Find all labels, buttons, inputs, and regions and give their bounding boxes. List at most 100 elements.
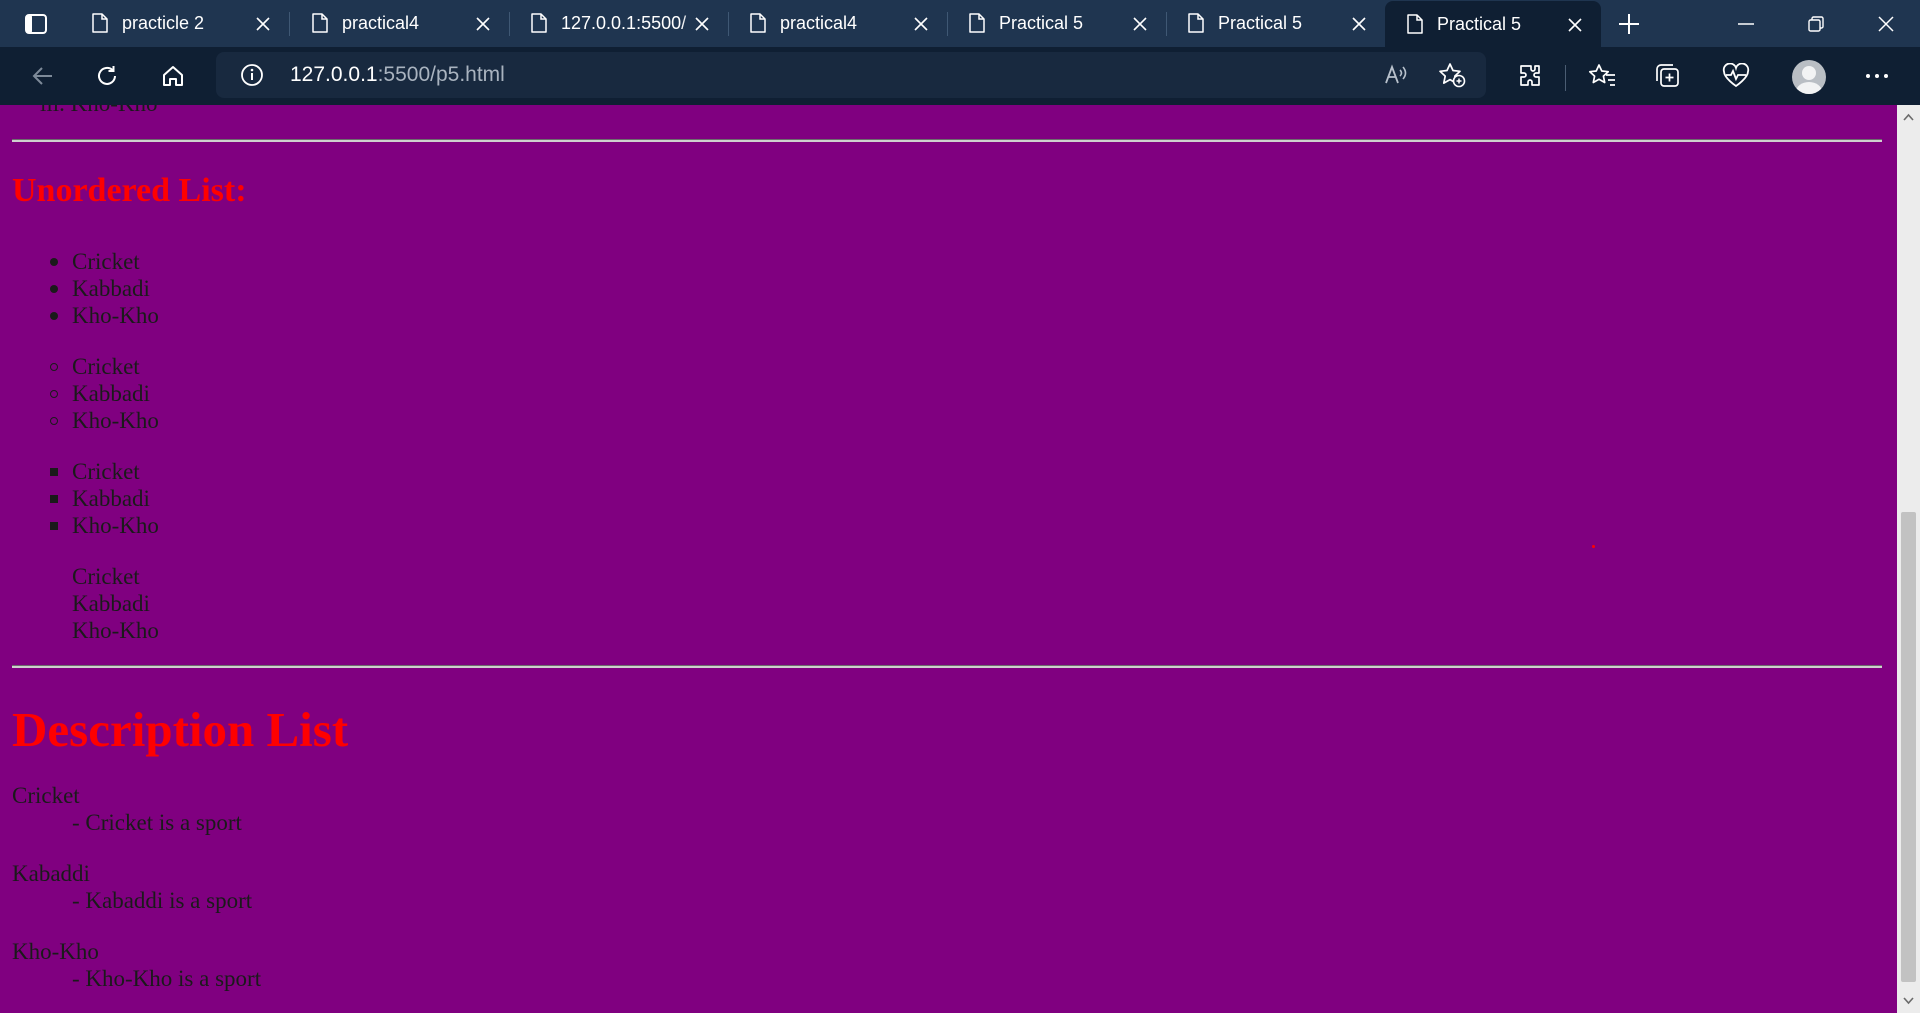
browser-tab[interactable]: practicle 2: [70, 0, 289, 47]
browser-toolbar: 127.0.0.1:5500/p5.html: [0, 47, 1920, 105]
avatar-head: [1802, 66, 1816, 80]
back-arrow-icon[interactable]: [30, 63, 56, 89]
list-marker-disc: [50, 258, 58, 266]
page-icon: [312, 13, 328, 33]
description-definition: - Kabaddi is a sport: [72, 888, 253, 913]
list-item-text: Cricket: [72, 354, 140, 379]
unordered-list-heading: Unordered List:: [12, 172, 247, 209]
tab-title: Practical 5: [1437, 14, 1522, 34]
list-item-text: Kabbadi: [72, 486, 150, 511]
list-item-text: Kho-Kho: [72, 618, 159, 643]
list-item: Cricket: [50, 248, 159, 275]
read-aloud-icon[interactable]: [1384, 63, 1410, 87]
browser-tab[interactable]: practical4: [290, 0, 509, 47]
scrollbar-thumb[interactable]: [1901, 512, 1916, 982]
list-item: Kabbadi: [50, 485, 159, 512]
browser-tab[interactable]: 127.0.0.1:5500/: [509, 0, 728, 47]
home-icon[interactable]: [160, 63, 186, 89]
list-marker-disc: [50, 285, 58, 293]
clipped-list-item: iii. Kho-Kho: [40, 105, 158, 119]
toolbar-divider: [1565, 65, 1566, 91]
tab-title: Practical 5: [999, 13, 1084, 33]
scroll-up-arrow-icon[interactable]: [1903, 113, 1914, 121]
list-item-text: Cricket: [72, 459, 140, 484]
list-marker-circle: [50, 390, 58, 398]
list-item-text: Kabbadi: [72, 276, 150, 301]
refresh-icon[interactable]: [94, 63, 120, 89]
list-item-text: Kho-Kho: [72, 303, 159, 328]
list-item-text: Cricket: [72, 249, 140, 274]
avatar-body: [1796, 82, 1822, 94]
vertical-scrollbar[interactable]: [1897, 105, 1920, 1013]
list-item: Kabbadi: [50, 380, 159, 407]
tab-title: practicle 2: [122, 13, 205, 33]
list-item: Kho-Kho: [50, 302, 159, 329]
list-item: Kabbadi: [50, 275, 159, 302]
list-item-text: Kabbadi: [72, 591, 150, 616]
unordered-list-disc: Cricket Kabbadi Kho-Kho: [50, 248, 159, 329]
close-icon[interactable]: [1132, 16, 1148, 32]
browser-tab[interactable]: practical4: [728, 0, 947, 47]
restore-icon[interactable]: [1806, 14, 1826, 34]
tab-title: practical4: [780, 13, 858, 33]
horizontal-rule: [12, 665, 1882, 668]
minimize-icon[interactable]: [1736, 14, 1756, 34]
close-icon[interactable]: [1351, 16, 1367, 32]
tab-actions-button[interactable]: [11, 9, 60, 38]
add-favorite-icon[interactable]: [1438, 62, 1466, 88]
list-marker-circle: [50, 417, 58, 425]
list-marker-disc: [50, 312, 58, 320]
list-marker-circle: [50, 363, 58, 371]
close-window-icon[interactable]: [1876, 14, 1896, 34]
info-icon[interactable]: [240, 63, 264, 87]
description-term: Cricket: [12, 783, 80, 808]
browser-essentials-icon[interactable]: [1722, 63, 1750, 89]
tab-title: practical4: [342, 13, 420, 33]
page-content: iii. Kho-Kho Unordered List: CricketKabb…: [0, 105, 1897, 1013]
url-text[interactable]: 127.0.0.1:5500/p5.html: [290, 52, 505, 98]
page-icon: [92, 13, 108, 33]
close-icon[interactable]: [694, 16, 710, 32]
close-icon[interactable]: [1567, 17, 1583, 33]
horizontal-rule: [12, 139, 1882, 142]
scroll-down-arrow-icon[interactable]: [1903, 997, 1914, 1005]
close-icon[interactable]: [913, 16, 929, 32]
list-marker-square: [50, 522, 58, 530]
url-host: 127.0.0.1: [290, 63, 378, 86]
list-item-text: Kabbadi: [72, 381, 150, 406]
url-path: :5500/p5.html: [377, 63, 505, 86]
list-item: Cricket: [72, 563, 159, 590]
tab-title: 127.0.0.1:5500/: [561, 13, 687, 33]
stray-dot: [1592, 545, 1595, 548]
page-icon: [531, 13, 547, 33]
unordered-list-circle: Cricket Kabbadi Kho-Kho: [50, 353, 159, 434]
plus-icon[interactable]: [1617, 12, 1641, 36]
close-icon[interactable]: [255, 16, 271, 32]
unordered-list-none: Cricket Kabbadi Kho-Kho: [72, 563, 159, 644]
list-item-text: Cricket: [72, 564, 140, 589]
page-icon: [1188, 13, 1204, 33]
page-icon: [750, 13, 766, 33]
browser-tab[interactable]: Practical 5: [1385, 1, 1601, 47]
list-item-text: Kho-Kho: [72, 513, 159, 538]
list-item: Kho-Kho: [50, 407, 159, 434]
close-icon[interactable]: [475, 16, 491, 32]
list-item: Cricket: [50, 353, 159, 380]
description-list-heading: Description List: [12, 702, 349, 757]
description-term: Kabaddi: [12, 861, 90, 886]
tab-title: Practical 5: [1218, 13, 1303, 33]
collections-icon[interactable]: [1654, 63, 1682, 89]
list-item: Kho-Kho: [50, 512, 159, 539]
more-icon[interactable]: [1864, 63, 1890, 89]
browser-tab[interactable]: Practical 5: [947, 0, 1166, 47]
list-item-text: Kho-Kho: [72, 408, 159, 433]
profile-avatar-icon[interactable]: [1792, 60, 1826, 94]
extensions-icon[interactable]: [1517, 63, 1543, 89]
address-bar[interactable]: 127.0.0.1:5500/p5.html: [216, 52, 1486, 98]
description-term: Kho-Kho: [12, 939, 99, 964]
list-marker-square: [50, 495, 58, 503]
description-definition: - Kho-Kho is a sport: [72, 966, 262, 991]
favorites-icon[interactable]: [1588, 63, 1616, 89]
list-item: Kho-Kho: [72, 617, 159, 644]
browser-tab[interactable]: Practical 5: [1166, 0, 1385, 47]
